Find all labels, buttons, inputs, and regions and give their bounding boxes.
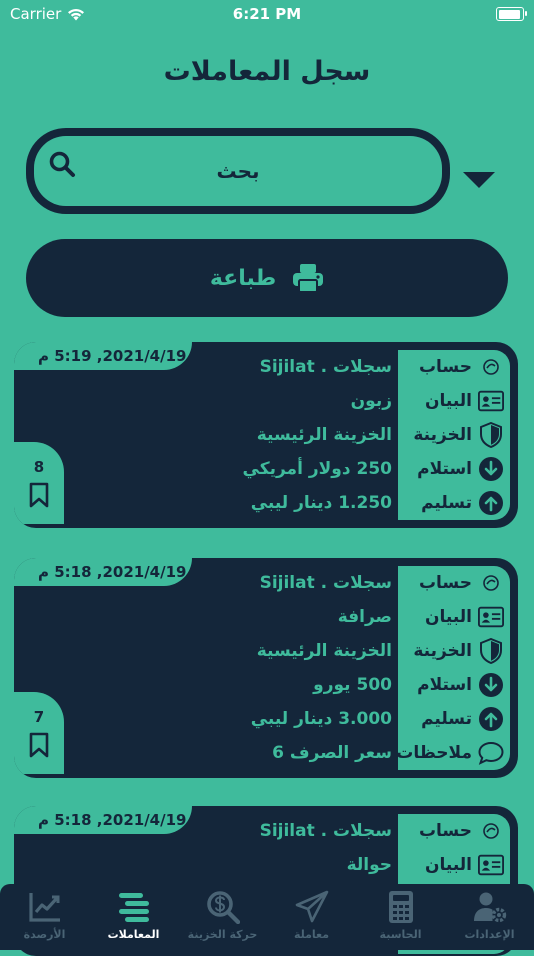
arrow-down-circle-icon — [478, 672, 504, 698]
tab-calculator[interactable]: الحاسبة — [356, 884, 445, 950]
id-card-icon — [478, 852, 504, 878]
search-box — [26, 128, 450, 214]
search-dollar-icon — [206, 891, 240, 924]
value-account: سجلات . Sijilat — [259, 821, 392, 841]
transaction-number-value: 8 — [33, 458, 45, 476]
transaction-number[interactable]: 8 — [14, 442, 64, 524]
transaction-date: 2021/4/19, 5:18 م — [14, 806, 192, 834]
chart-line-icon — [28, 893, 60, 922]
paper-plane-icon — [295, 890, 328, 923]
calculator-icon — [388, 891, 413, 923]
sijilat-logo-icon — [478, 570, 504, 596]
label-deliver: تسليم — [398, 486, 510, 520]
transaction-date: 2021/4/19, 5:19 م — [14, 342, 192, 370]
tab-settings[interactable]: الإعدادات — [445, 884, 534, 950]
bookmark-icon — [29, 482, 49, 508]
battery-icon — [496, 7, 527, 21]
label-receive: استلام — [398, 668, 510, 702]
value-receive: 500 يورو — [313, 675, 392, 695]
value-notes: سعر الصرف 6 — [272, 743, 392, 763]
id-card-icon — [478, 388, 504, 414]
arrow-up-circle-icon — [478, 490, 504, 516]
label-panel: حساب البيان الخزينة استلام تسليم ملاحظات — [396, 566, 510, 770]
print-button[interactable]: طباعة — [26, 239, 508, 317]
tab-balances[interactable]: الأرصدة — [0, 884, 89, 950]
label-panel: حساب البيان الخزينة استلام تسليم — [398, 350, 510, 520]
label-treasury: الخزينة — [398, 418, 510, 452]
label-account: حساب — [398, 350, 510, 384]
value-deliver: 3.000 دينار ليبي — [250, 709, 392, 729]
label-statement: البيان — [398, 848, 510, 882]
transaction-card[interactable]: 2021/4/19, 5:18 م 7 حساب البيان الخزينة … — [14, 558, 518, 778]
bottom-tab-bar: الإعدادات الحاسبة معاملة حركة الخزينة ال… — [0, 884, 534, 950]
value-deliver: 1.250 دينار ليبي — [250, 493, 392, 513]
label-treasury: الخزينة — [398, 634, 510, 668]
arrow-up-circle-icon — [478, 706, 504, 732]
status-time: 6:21 PM — [232, 5, 302, 23]
page-title: سجل المعاملات — [163, 56, 371, 87]
sijilat-logo-icon — [478, 354, 504, 380]
value-treasury: الخزينة الرئيسية — [256, 641, 392, 661]
search-field — [34, 136, 442, 206]
print-label: طباعة — [209, 265, 277, 291]
bookmark-icon — [29, 732, 49, 758]
transaction-card[interactable]: 2021/4/19, 5:19 م 8 حساب البيان الخزينة … — [14, 342, 518, 528]
label-statement: البيان — [398, 384, 510, 418]
transaction-date: 2021/4/19, 5:18 م — [14, 558, 192, 586]
list-icon — [118, 893, 149, 922]
label-deliver: تسليم — [398, 702, 510, 736]
user-gear-icon — [473, 892, 506, 923]
label-statement: البيان — [398, 600, 510, 634]
tab-treasury-movement[interactable]: حركة الخزينة — [178, 884, 267, 950]
label-account: حساب — [398, 814, 510, 848]
chat-bubble-icon — [478, 740, 504, 766]
id-card-icon — [478, 604, 504, 630]
transaction-number-value: 7 — [33, 708, 45, 726]
shield-icon — [478, 422, 504, 448]
value-account: سجلات . Sijilat — [259, 573, 392, 593]
tab-transaction[interactable]: معاملة — [267, 884, 356, 950]
value-statement: زبون — [350, 391, 392, 411]
transaction-number[interactable]: 7 — [14, 692, 64, 774]
label-receive: استلام — [398, 452, 510, 486]
value-account: سجلات . Sijilat — [259, 357, 392, 377]
sijilat-logo-icon — [478, 818, 504, 844]
search-icon[interactable] — [48, 150, 76, 178]
label-account: حساب — [398, 566, 510, 600]
arrow-down-circle-icon — [478, 456, 504, 482]
status-bar: Carrier 6:21 PM — [0, 0, 534, 28]
printer-icon — [293, 264, 324, 293]
shield-icon — [478, 638, 504, 664]
tab-transactions[interactable]: المعاملات — [89, 884, 178, 950]
chevron-down-icon[interactable] — [462, 170, 496, 190]
search-input[interactable] — [106, 158, 370, 184]
label-notes: ملاحظات — [396, 736, 510, 770]
value-statement: حوالة — [346, 855, 392, 875]
value-receive: 250 دولار أمريكي — [242, 459, 392, 479]
value-treasury: الخزينة الرئيسية — [256, 425, 392, 445]
value-statement: صرافة — [337, 607, 392, 627]
